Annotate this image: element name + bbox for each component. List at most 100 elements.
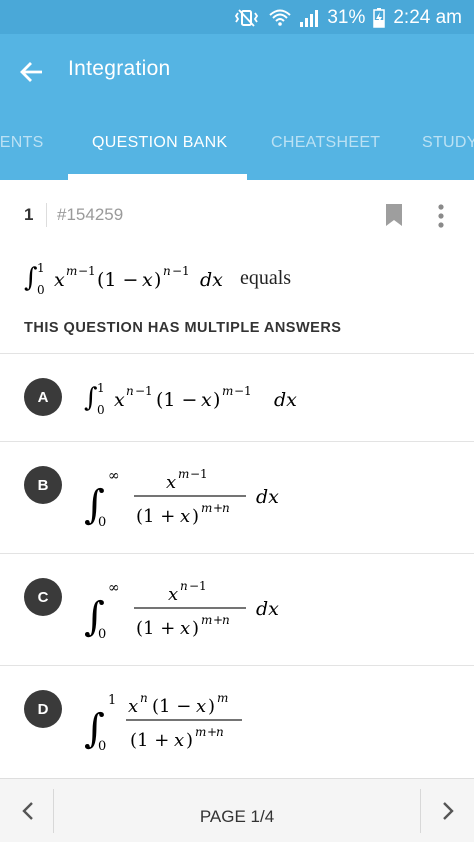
next-page-button[interactable] <box>428 791 468 831</box>
svg-text:m: m <box>66 264 77 278</box>
more-vert-icon <box>438 204 444 228</box>
svg-text:x: x <box>201 389 212 411</box>
option-b[interactable]: B ∫ ∞ 0 x m −1 (1 + x ) m + n dx <box>0 442 474 553</box>
svg-text:x: x <box>168 584 178 605</box>
svg-text:x: x <box>114 389 125 411</box>
active-tab-indicator <box>68 174 247 180</box>
page-indicator: PAGE 1/4 <box>199 807 275 826</box>
svg-text:(1 +: (1 + <box>130 730 169 751</box>
option-letter-badge: D <box>24 690 62 728</box>
svg-text:0: 0 <box>98 627 106 642</box>
svg-text:−1: −1 <box>172 264 190 278</box>
svg-text:0: 0 <box>97 403 105 417</box>
svg-text:(1 −: (1 − <box>156 389 197 411</box>
svg-text:dx: dx <box>256 598 279 620</box>
option-c[interactable]: C ∫ ∞ 0 x n −1 (1 + x ) m + n dx <box>0 554 474 665</box>
svg-text:x: x <box>174 730 184 751</box>
question-number: 1 <box>24 205 34 224</box>
bookmark-button[interactable] <box>383 203 405 227</box>
app-bar: Integration <box>0 34 474 110</box>
svg-text:): ) <box>208 696 215 717</box>
svg-text:dx: dx <box>200 269 223 291</box>
option-letter-badge: C <box>24 578 62 616</box>
svg-text:(1 −: (1 − <box>152 696 191 717</box>
svg-text:x: x <box>128 696 138 717</box>
svg-text:(1 +: (1 + <box>136 506 175 527</box>
svg-text:): ) <box>192 506 199 527</box>
svg-text:−1: −1 <box>78 264 96 278</box>
svg-text:0: 0 <box>98 739 106 754</box>
option-b-formula: ∫ ∞ 0 x m −1 (1 + x ) m + n dx <box>84 467 279 530</box>
battery-charging-icon <box>373 8 386 28</box>
svg-text:1: 1 <box>97 381 105 395</box>
more-options-button[interactable] <box>430 202 452 230</box>
divider <box>46 203 47 227</box>
svg-text:∞: ∞ <box>108 468 120 484</box>
option-letter-badge: A <box>24 378 62 416</box>
tab-bar: IENTS QUESTION BANK CHEATSHEET STUDY <box>0 110 474 180</box>
question-formula: ∫ 1 0 x m −1 (1 − x ) n −1 dx <box>24 261 223 297</box>
bookmark-icon <box>386 204 402 226</box>
svg-text:x: x <box>180 618 190 639</box>
battery-percent: 31% <box>327 7 366 28</box>
status-bar: 31% 2:24 am <box>0 0 474 34</box>
back-button[interactable] <box>14 54 50 90</box>
divider <box>420 789 421 833</box>
svg-text:−1: −1 <box>189 579 207 593</box>
svg-text:): ) <box>154 269 161 291</box>
svg-text:n: n <box>126 384 134 398</box>
option-a[interactable]: A ∫ 1 0 x n −1 (1 − x ) m −1 dx <box>0 354 474 441</box>
multiple-answers-note: THIS QUESTION HAS MULTIPLE ANSWERS <box>24 320 342 336</box>
option-d-formula: ∫ 1 0 x n (1 − x ) m (1 + x ) m + n <box>84 691 242 754</box>
svg-text:n: n <box>222 613 230 627</box>
svg-text:−1: −1 <box>135 384 153 398</box>
svg-text:m: m <box>195 725 206 739</box>
svg-text:n: n <box>180 579 188 593</box>
tab-ingredients[interactable]: IENTS <box>0 134 44 152</box>
svg-text:∞: ∞ <box>108 580 120 596</box>
mute-vibrate-icon <box>233 8 261 28</box>
svg-text:dx: dx <box>274 389 297 411</box>
svg-text:): ) <box>213 389 220 411</box>
question-text: ∫ 1 0 x m −1 (1 − x ) n −1 dx equals <box>24 258 291 298</box>
svg-text:m: m <box>178 467 189 481</box>
arrow-left-icon <box>20 62 42 82</box>
wifi-icon <box>269 8 291 28</box>
svg-text:m: m <box>217 691 228 705</box>
chevron-right-icon <box>443 802 454 820</box>
svg-text:): ) <box>186 730 193 751</box>
svg-text:m: m <box>201 501 212 515</box>
svg-text:dx: dx <box>256 486 279 508</box>
svg-text:∫: ∫ <box>24 263 38 293</box>
svg-text:1: 1 <box>108 693 116 708</box>
svg-text:x: x <box>54 269 65 291</box>
option-letter-badge: B <box>24 466 62 504</box>
tab-study[interactable]: STUDY <box>422 134 474 152</box>
svg-text:∫: ∫ <box>84 383 98 413</box>
svg-text:x: x <box>196 696 206 717</box>
option-c-formula: ∫ ∞ 0 x n −1 (1 + x ) m + n dx <box>84 579 279 642</box>
chevron-left-icon <box>22 802 33 820</box>
svg-text:−1: −1 <box>190 467 208 481</box>
status-bar-right: 31% 2:24 am <box>233 6 462 30</box>
svg-text:m: m <box>222 384 233 398</box>
option-d[interactable]: D ∫ 1 0 x n (1 − x ) m (1 + x ) m + n <box>0 666 474 778</box>
svg-text:n: n <box>222 501 230 515</box>
page-title: Integration <box>68 57 171 80</box>
svg-text:n: n <box>216 725 224 739</box>
question-id: #154259 <box>57 205 124 224</box>
tab-question-bank[interactable]: QUESTION BANK <box>92 134 227 152</box>
clock: 2:24 am <box>393 7 462 28</box>
svg-text:0: 0 <box>37 283 45 297</box>
option-a-formula: ∫ 1 0 x n −1 (1 − x ) m −1 dx <box>84 381 297 417</box>
question-text-suffix: equals <box>240 266 292 289</box>
svg-text:n: n <box>163 264 171 278</box>
tab-cheatsheet[interactable]: CHEATSHEET <box>271 134 380 152</box>
previous-page-button[interactable] <box>8 791 48 831</box>
svg-text:(1 −: (1 − <box>97 269 138 291</box>
svg-text:x: x <box>166 472 176 493</box>
svg-text:): ) <box>192 618 199 639</box>
svg-text:(1 +: (1 + <box>136 618 175 639</box>
svg-text:x: x <box>142 269 153 291</box>
svg-text:m: m <box>201 613 212 627</box>
